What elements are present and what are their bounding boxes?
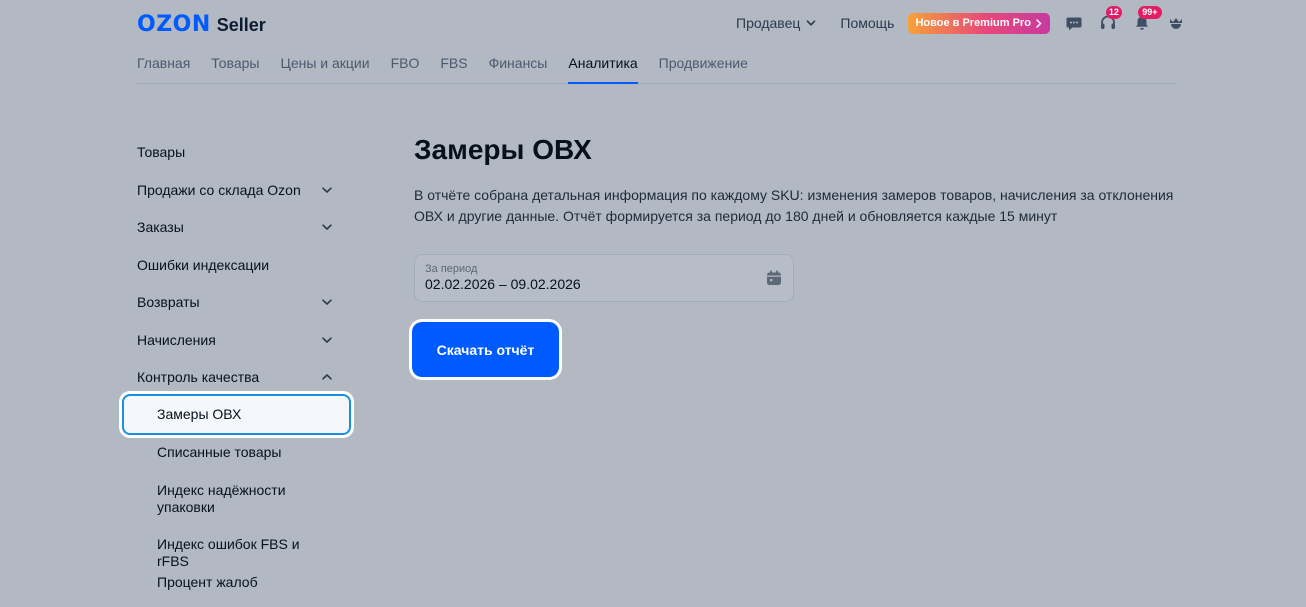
nav-tab-promotion[interactable]: Продвижение	[659, 54, 748, 84]
premium-pro-label: Новое в Premium Pro	[915, 17, 1031, 29]
sidebar-item-label: Продажи со склада Ozon	[137, 182, 301, 198]
nav-tab-finance[interactable]: Финансы	[489, 54, 548, 84]
ozon-seller-logo[interactable]: OZON Seller	[137, 12, 266, 37]
sidebar-item-accruals[interactable]: Начисления	[137, 329, 333, 351]
nav-tab-products[interactable]: Товары	[211, 54, 259, 84]
profile-button[interactable]	[1166, 13, 1186, 33]
sidebar-subitem-obx-measurements[interactable]: Замеры ОВХ	[122, 394, 351, 435]
chat-icon	[1066, 17, 1082, 31]
sidebar-item-label: Ошибки индексации	[137, 257, 270, 273]
sidebar-item-quality-control[interactable]: Контроль качества	[137, 366, 333, 388]
period-label: За период	[425, 263, 478, 275]
page-description: В отчёте собрана детальная информация по…	[414, 187, 1174, 224]
sidebar-item-sales-from-warehouse[interactable]: Продажи со склада Ozon	[137, 179, 333, 201]
crown-avatar-icon	[1169, 18, 1182, 29]
notifications-count-badge: 99+	[1137, 6, 1162, 19]
main-nav: Главная Товары Цены и акции FBO FBS Фина…	[137, 54, 1176, 84]
download-report-button[interactable]: Скачать отчёт	[412, 322, 559, 377]
nav-tab-prices[interactable]: Цены и акции	[280, 54, 369, 84]
sidebar-item-label: Товары	[137, 144, 186, 160]
sidebar-item-label: Заказы	[137, 219, 184, 235]
sidebar-item-products[interactable]: Товары	[137, 141, 333, 163]
nav-tab-fbo[interactable]: FBO	[391, 54, 420, 84]
sidebar-subitem-complaint-rate[interactable]: Процент жалоб	[157, 574, 333, 591]
top-actions: Продавец Помощь Новое в Premium Pro 12 9…	[736, 6, 1186, 34]
notifications-button[interactable]: 99+	[1132, 6, 1162, 33]
sidebar-item-returns[interactable]: Возвраты	[137, 291, 333, 313]
seller-menu[interactable]: Продавец	[736, 15, 816, 31]
chevron-down-icon	[322, 337, 332, 343]
logo-brand: OZON	[137, 12, 211, 37]
download-report-label: Скачать отчёт	[436, 341, 535, 358]
page-title: Замеры ОВХ	[414, 134, 592, 165]
chevron-down-icon	[322, 224, 332, 230]
sidebar-item-label: Контроль качества	[137, 369, 260, 385]
sidebar-subitem-written-off-goods[interactable]: Списанные товары	[157, 444, 333, 461]
period-value: 02.02.2026 – 09.02.2026	[425, 276, 581, 292]
help-link[interactable]: Помощь	[840, 15, 894, 31]
chevron-down-icon	[322, 299, 332, 305]
sidebar-item-label: Начисления	[137, 332, 216, 348]
support-button[interactable]: 12	[1098, 6, 1122, 33]
chevron-right-icon	[1036, 18, 1042, 28]
chevron-up-icon	[322, 374, 332, 380]
support-count-badge: 12	[1105, 6, 1122, 19]
nav-tab-analytics[interactable]: Аналитика	[568, 54, 638, 84]
chevron-down-icon	[807, 20, 816, 26]
nav-tab-home[interactable]: Главная	[137, 54, 190, 84]
seller-menu-label: Продавец	[736, 15, 801, 31]
sidebar-item-indexing-errors[interactable]: Ошибки индексации	[137, 254, 333, 276]
sidebar-subitem-fbs-error-index[interactable]: Индекс ошибок FBS и rFBS	[157, 536, 333, 570]
nav-tab-fbs[interactable]: FBS	[440, 54, 467, 84]
period-date-picker[interactable]: За период 02.02.2026 – 09.02.2026	[414, 254, 794, 302]
sidebar-subitem-packaging-reliability-index[interactable]: Индекс надёжности упаковки	[157, 482, 333, 516]
logo-product: Seller	[216, 15, 266, 35]
premium-pro-button[interactable]: Новое в Premium Pro	[908, 12, 1050, 34]
chevron-down-icon	[322, 187, 332, 193]
chat-button[interactable]	[1064, 13, 1084, 33]
sidebar-item-orders[interactable]: Заказы	[137, 216, 333, 238]
calendar-icon[interactable]	[765, 269, 783, 287]
sidebar-item-label: Возвраты	[137, 294, 200, 310]
sidebar-subitem-label: Замеры ОВХ	[157, 406, 242, 422]
